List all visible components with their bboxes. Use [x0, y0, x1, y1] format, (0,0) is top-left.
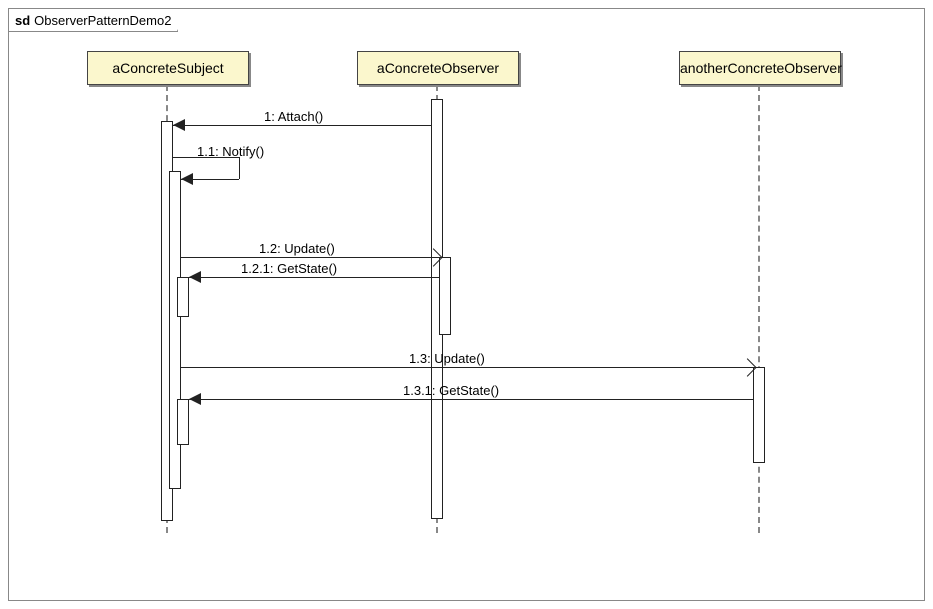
self-call-vertical: [239, 157, 240, 179]
arrowhead-getstate2: [189, 393, 201, 405]
activation-observer2-update: [753, 367, 765, 463]
sequence-diagram-frame: sd ObserverPatternDemo2 aConcreteSubject…: [8, 8, 925, 601]
message-label-getstate2: 1.3.1: GetState(): [403, 383, 499, 398]
lifeline-label-subject: aConcreteSubject: [112, 60, 223, 76]
message-line-update2: [181, 367, 753, 368]
message-line-update1: [181, 257, 439, 258]
frame-prefix: sd: [15, 13, 30, 28]
message-label-getstate1: 1.2.1: GetState(): [241, 261, 337, 276]
lifeline-observer2: [758, 85, 760, 533]
message-line-getstate2: [189, 399, 753, 400]
message-line-getstate1: [189, 277, 439, 278]
arrowhead-attach: [173, 119, 185, 131]
message-label-update2: 1.3: Update(): [409, 351, 485, 366]
arrowhead-notify: [181, 173, 193, 185]
self-call-top: [173, 157, 239, 158]
lifeline-box-observer2: anotherConcreteObserver: [679, 51, 841, 85]
diagram-canvas: sd ObserverPatternDemo2 aConcreteSubject…: [0, 0, 933, 609]
activation-subject-getstate1: [177, 277, 189, 317]
lifeline-label-observer2: anotherConcreteObserver: [680, 60, 842, 76]
lifeline-box-subject: aConcreteSubject: [87, 51, 249, 85]
activation-subject-getstate2: [177, 399, 189, 445]
lifeline-label-observer1: aConcreteObserver: [377, 60, 499, 76]
message-label-attach: 1: Attach(): [264, 109, 323, 124]
message-line-attach: [173, 125, 431, 126]
lifeline-box-observer1: aConcreteObserver: [357, 51, 519, 85]
activation-observer1-update: [439, 257, 451, 335]
message-label-update1: 1.2: Update(): [259, 241, 335, 256]
arrowhead-getstate1: [189, 271, 201, 283]
frame-label: sd ObserverPatternDemo2: [9, 9, 178, 32]
frame-name: ObserverPatternDemo2: [34, 13, 171, 28]
